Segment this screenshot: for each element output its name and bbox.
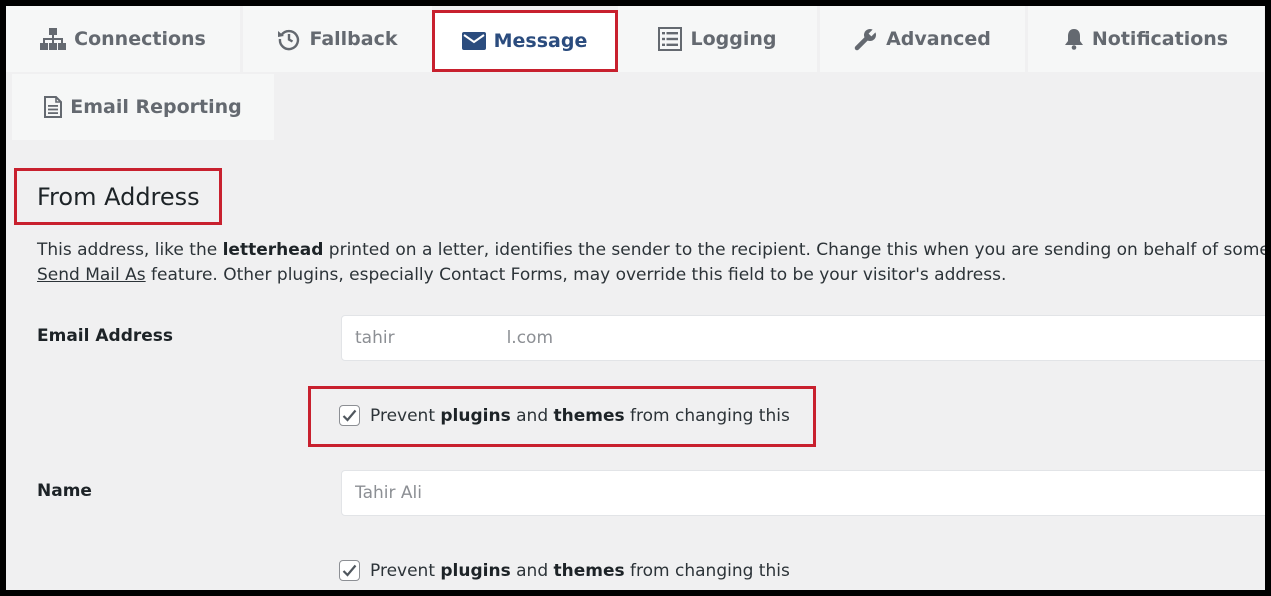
tab-label: Logging [690, 28, 777, 50]
email-prevent-checkbox[interactable] [339, 405, 360, 426]
send-mail-as-link[interactable]: Send Mail As [37, 265, 146, 285]
email-prevent-label: Prevent plugins and themes from changing… [370, 406, 790, 426]
label-text: Prevent [370, 405, 441, 426]
name-label: Name [37, 481, 92, 501]
name-prevent-override: Prevent plugins and themes from changing… [339, 560, 790, 581]
label-text: and [510, 405, 554, 426]
email-prevent-override: Prevent plugins and themes from changing… [339, 405, 790, 426]
tab-label: Fallback [309, 28, 398, 50]
tab-label: Connections [74, 28, 206, 50]
check-icon [342, 409, 357, 422]
tab-label: Email Reporting [70, 96, 242, 118]
label-bold: themes [553, 405, 625, 426]
email-value-start: tahir [355, 328, 395, 348]
settings-panel: Connections Fallback Message Logging Adv… [6, 6, 1265, 590]
tab-email-reporting[interactable]: Email Reporting [12, 74, 275, 140]
label-bold: plugins [440, 405, 511, 426]
label-bold: plugins [440, 560, 511, 581]
section-title: From Address [37, 183, 200, 211]
label-text: from changing this [624, 405, 790, 426]
tab-connections[interactable]: Connections [6, 6, 241, 72]
tab-logging[interactable]: Logging [618, 6, 818, 72]
tab-message[interactable]: Message [434, 10, 616, 72]
email-address-input[interactable]: tahir l.com [341, 315, 1265, 361]
name-prevent-checkbox[interactable] [339, 560, 360, 581]
tab-label: Advanced [886, 28, 991, 50]
tab-fallback[interactable]: Fallback [243, 6, 433, 72]
name-input[interactable] [341, 470, 1265, 516]
list-icon [658, 27, 683, 51]
description-bold: letterhead [222, 240, 324, 260]
tab-notifications[interactable]: Notifications [1028, 6, 1265, 72]
label-text: and [510, 560, 554, 581]
document-icon [44, 96, 63, 118]
sitemap-icon [40, 28, 67, 50]
tab-label: Notifications [1091, 28, 1229, 50]
name-prevent-label: Prevent plugins and themes from changing… [370, 561, 790, 581]
description-text: feature. Other plugins, especially Conta… [145, 265, 1007, 285]
description-text: printed on a letter, identifies the send… [323, 240, 1265, 260]
envelope-icon [461, 32, 486, 50]
email-value-end: l.com [506, 328, 554, 348]
section-description: This address, like the letterhead printe… [37, 238, 1265, 288]
tab-advanced[interactable]: Advanced [820, 6, 1026, 72]
history-icon [278, 29, 300, 51]
label-bold: themes [553, 560, 625, 581]
tab-label: Message [493, 30, 588, 52]
description-text: This address, like the [37, 240, 223, 260]
label-text: Prevent [370, 560, 441, 581]
label-text: from changing this [624, 560, 790, 581]
bell-icon [1064, 29, 1083, 50]
email-address-label: Email Address [37, 326, 174, 346]
wrench-icon [854, 27, 878, 51]
check-icon [342, 564, 357, 577]
